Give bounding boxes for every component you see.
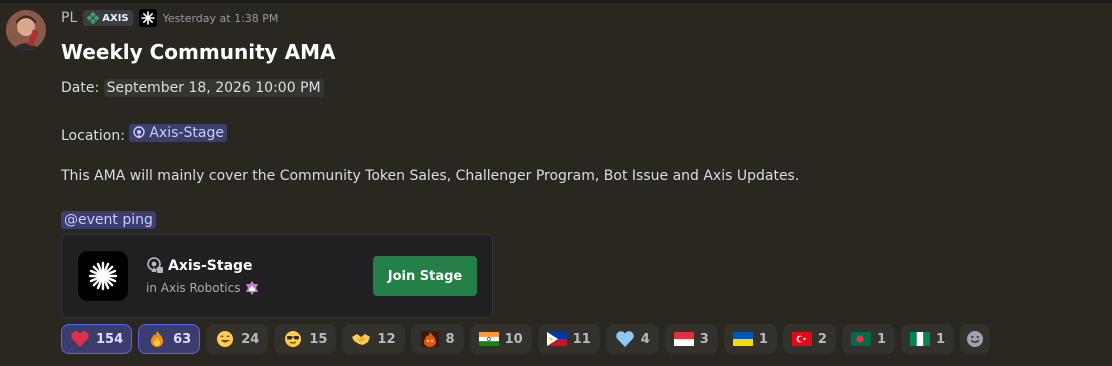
reaction-count: 63 [173, 331, 192, 347]
card-server-name: in Axis Robotics [146, 281, 241, 295]
author-avatar[interactable] [6, 10, 46, 50]
reaction-count: 3 [699, 331, 709, 347]
reaction-indonesia-flag[interactable]: 3 [664, 324, 718, 354]
reaction-count: 154 [96, 331, 124, 347]
reaction-count: 8 [445, 331, 455, 347]
reaction-count: 1 [935, 331, 946, 347]
avatar-image-icon [6, 10, 46, 50]
reaction-light-blue-heart[interactable]: 4 [605, 324, 659, 354]
card-channel-name[interactable]: Axis-Stage [168, 258, 253, 274]
turkey-flag-icon [791, 330, 812, 348]
fire-icon [147, 330, 167, 348]
reaction-turkey-flag[interactable]: 2 [782, 324, 836, 354]
ping-line: @event ping [61, 211, 156, 229]
stage-event-card: Axis-Stage in Axis Robotics Join Stage [61, 234, 493, 318]
reaction-grinning-face[interactable]: 24 [206, 324, 269, 354]
server-tag-label: AXIS [102, 12, 129, 24]
reaction-fire[interactable]: 63 [138, 324, 201, 354]
light-blue-heart-icon [615, 330, 635, 348]
reaction-count: 15 [309, 331, 328, 347]
reaction-nigeria-flag[interactable]: 1 [900, 324, 955, 354]
reaction-count: 11 [572, 331, 591, 347]
grinning-face-icon [215, 330, 235, 348]
reaction-count: 4 [640, 331, 650, 347]
reaction-count: 1 [758, 331, 768, 347]
reaction-india-flag[interactable]: 10 [469, 324, 532, 354]
reaction-count: 24 [241, 331, 260, 347]
reaction-handshake[interactable]: 12 [342, 324, 405, 354]
message-body: This AMA will mainly cover the Community… [61, 168, 800, 184]
card-channel: Axis-Stage [146, 257, 253, 275]
location-line: Location: Axis-Stage [61, 124, 227, 144]
handshake-icon [351, 330, 371, 348]
date-label: Date: [61, 80, 100, 96]
server-badge-icon [246, 281, 259, 295]
bangladesh-flag-icon [850, 330, 871, 348]
join-stage-button[interactable]: Join Stage [373, 256, 477, 296]
reaction-ukraine-flag[interactable]: 1 [723, 324, 777, 354]
reaction-fire-character[interactable]: 8 [410, 324, 464, 354]
channel-mention-label: Axis-Stage [149, 125, 224, 141]
reaction-red-heart[interactable]: 154 [61, 324, 133, 354]
card-server: in Axis Robotics [146, 280, 260, 296]
location-label: Location: [61, 128, 125, 144]
starburst-role-icon[interactable] [138, 9, 157, 27]
sunglasses-face-icon [283, 330, 303, 348]
author-name[interactable]: PL [61, 10, 77, 26]
server-tag-badge[interactable]: AXIS [83, 10, 133, 26]
add-reaction-smiley-icon [967, 331, 984, 347]
india-flag-icon [478, 330, 499, 348]
reaction-sunglasses-face[interactable]: 15 [274, 324, 337, 354]
reaction-philippines-flag[interactable]: 11 [537, 324, 600, 354]
stage-channel-icon [147, 257, 163, 273]
ukraine-flag-icon [732, 330, 753, 348]
top-divider [0, 0, 1112, 3]
reaction-count: 2 [817, 331, 827, 347]
reaction-count: 10 [504, 331, 523, 347]
fire-character-icon [420, 330, 440, 348]
stage-channel-icon [133, 126, 146, 138]
reaction-bar: 154 63 24 15 12 8 10 11 4 3 1 2 1 1 [61, 324, 991, 354]
reaction-bangladesh-flag[interactable]: 1 [841, 324, 895, 354]
reaction-count: 1 [876, 331, 886, 347]
axis-tag-icon [87, 12, 100, 24]
indonesia-flag-icon [673, 330, 694, 348]
message-header: PL AXIS Yesterday at 1:38 PM [61, 9, 278, 27]
message-title: Weekly Community AMA [61, 40, 336, 64]
server-logo-icon [78, 251, 128, 301]
date-timestamp[interactable]: September 18, 2026 10:00 PM [103, 79, 324, 97]
red-heart-icon [70, 330, 90, 348]
channel-mention[interactable]: Axis-Stage [129, 124, 227, 142]
add-reaction-button[interactable] [960, 324, 991, 354]
date-line: Date: September 18, 2026 10:00 PM [61, 79, 324, 97]
message-timestamp[interactable]: Yesterday at 1:38 PM [163, 12, 279, 25]
role-ping-mention[interactable]: @event ping [61, 211, 156, 229]
reaction-count: 12 [377, 331, 396, 347]
philippines-flag-icon [546, 330, 567, 348]
nigeria-flag-icon [909, 330, 930, 348]
